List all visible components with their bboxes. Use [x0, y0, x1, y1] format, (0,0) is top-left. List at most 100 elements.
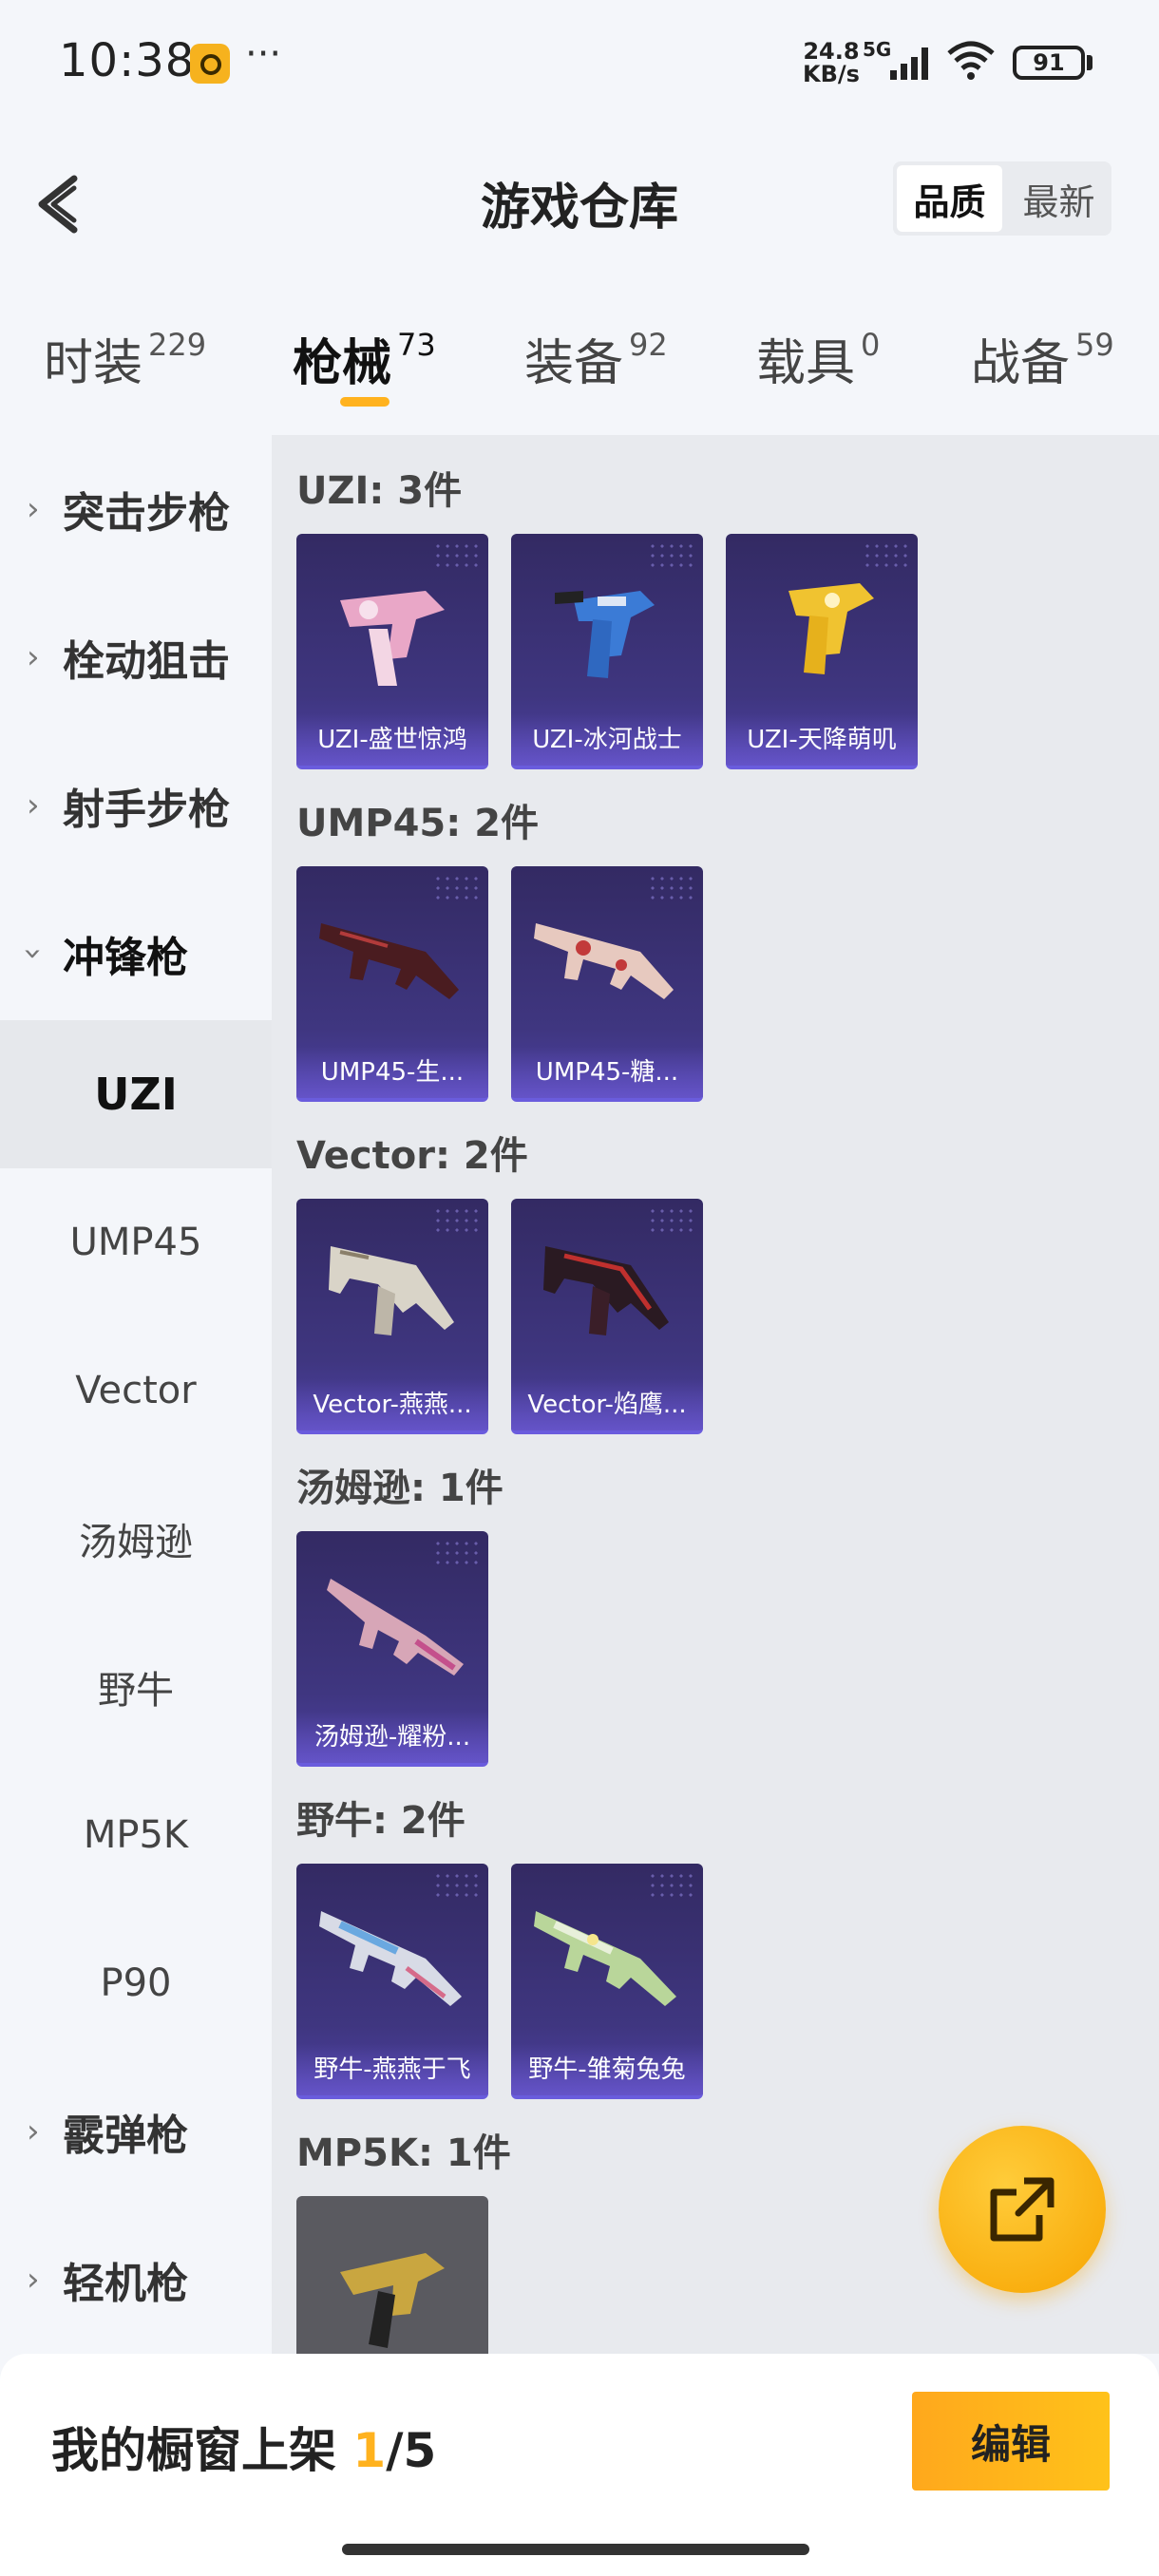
sidebar-subitem-mp5k[interactable]: MP5K [0, 1761, 272, 1909]
wifi-icon [947, 41, 995, 80]
sidebar-subitem-ump45[interactable]: UMP45 [0, 1168, 272, 1316]
tab-fashion[interactable]: 时装 229 [44, 323, 206, 394]
skin-card[interactable]: 野牛-燕燕于飞 [296, 1864, 488, 2099]
skin-name: UZI-盛世惊鸿 [296, 714, 488, 766]
tab-count: 229 [148, 327, 207, 363]
group-title-ump45: UMP45: 2件 [296, 802, 540, 845]
skin-card[interactable]: UZI-盛世惊鸿 [296, 534, 488, 769]
sidebar-item-label: 冲锋枪 [63, 934, 188, 982]
tab-count: 73 [397, 327, 436, 363]
tab-vehicles[interactable]: 载具 0 [756, 323, 880, 394]
app-notification-icon [190, 44, 230, 84]
tab-supplies[interactable]: 战备 59 [971, 323, 1114, 394]
chevron-right-icon: › [27, 2112, 40, 2150]
sidebar-item-lmg[interactable]: › 轻机枪 [0, 2206, 272, 2354]
status-time: 10:38 [59, 34, 196, 87]
sort-toggle: 品质 最新 [893, 161, 1112, 236]
tab-label: 枪械 [293, 335, 392, 392]
sidebar-item-label: 轻机枪 [63, 2260, 188, 2308]
group-title-thompson: 汤姆逊: 1件 [296, 1467, 504, 1510]
chevron-right-icon: › [27, 490, 40, 528]
sidebar-item-assault-rifle[interactable]: › 突击步枪 [0, 435, 272, 583]
battery-tip [1087, 55, 1092, 70]
tab-count: 59 [1075, 327, 1114, 363]
home-indicator[interactable] [342, 2544, 809, 2555]
sidebar-subitem-vector[interactable]: Vector [0, 1316, 272, 1465]
sidebar-subitem-uzi[interactable]: UZI [0, 1020, 272, 1168]
tab-label: 战备 [971, 335, 1071, 392]
back-button[interactable] [28, 171, 95, 237]
chevron-down-icon: › [13, 947, 52, 960]
edit-button[interactable]: 编辑 [912, 2392, 1110, 2491]
group-title-bizon: 野牛: 2件 [296, 1799, 466, 1843]
group-title-mp5k: MP5K: 1件 [296, 2131, 511, 2175]
sidebar-subitem-thompson[interactable]: 汤姆逊 [0, 1465, 272, 1613]
active-tab-indicator [340, 397, 390, 407]
network-speed: 24.8 KB/s [803, 40, 860, 85]
network-type: 5G [863, 38, 892, 61]
skin-card[interactable]: Vector-焰鹰... [511, 1199, 703, 1434]
sort-latest-button[interactable]: 最新 [1006, 161, 1112, 236]
more-notifications-icon: ··· [245, 32, 282, 76]
network-speed-unit: KB/s [803, 61, 860, 87]
sidebar-subitem-bizon[interactable]: 野牛 [0, 1613, 272, 1761]
sidebar-item-shotgun[interactable]: › 霰弹枪 [0, 2057, 272, 2206]
smg-image [329, 1246, 454, 1335]
showcase-total: /5 [386, 2423, 437, 2478]
skin-card[interactable]: UMP45-糖... [511, 866, 703, 1102]
sort-quality-button[interactable]: 品质 [897, 165, 1002, 232]
tab-firearms[interactable]: 枪械 73 [293, 323, 436, 394]
smg-image [543, 1246, 669, 1335]
group-title-uzi: UZI: 3件 [296, 469, 463, 513]
skin-card[interactable]: 汤姆逊-耀粉... [296, 1531, 488, 1767]
tab-equipment[interactable]: 装备 92 [524, 323, 668, 394]
smg-image [534, 1911, 676, 2006]
sidebar-item-label: 霰弹枪 [63, 2112, 188, 2160]
weapon-type-sidebar: › 突击步枪 › 栓动狙击 › 射手步枪 › 冲锋枪 UZI UMP45 Vec… [0, 435, 272, 2354]
showcase-status: 我的橱窗上架 1/5 [51, 2413, 436, 2481]
chevron-right-icon: › [27, 786, 40, 824]
network-speed-value: 24.8 [803, 38, 860, 65]
sidebar-item-label: 突击步枪 [63, 489, 230, 538]
tab-count: 92 [629, 327, 668, 363]
skin-name: UZI-冰河战士 [511, 714, 703, 766]
share-icon [990, 2177, 1054, 2242]
tab-label: 载具 [756, 335, 856, 392]
skin-name: UMP45-生... [296, 1047, 488, 1098]
tab-count: 0 [861, 327, 881, 363]
sidebar-subitem-p90[interactable]: P90 [0, 1909, 272, 2057]
smg-image [327, 1579, 464, 1676]
skin-name: Vector-燕燕... [296, 1379, 488, 1430]
category-tabs: 时装 229 枪械 73 装备 92 载具 0 战备 59 [0, 304, 1159, 408]
smg-image [319, 1911, 462, 2006]
sidebar-item-label: 栓动狙击 [63, 637, 230, 686]
skin-card[interactable]: UZI-冰河战士 [511, 534, 703, 769]
smg-image [340, 2253, 445, 2348]
skin-name: UMP45-糖... [511, 1047, 703, 1098]
skin-card[interactable]: UZI-天降萌叽 [726, 534, 918, 769]
skin-card[interactable] [296, 2196, 488, 2354]
smg-image [340, 591, 445, 686]
chevron-right-icon: › [27, 638, 40, 676]
share-button[interactable] [939, 2126, 1106, 2293]
status-bar: 10:38 ··· 24.8 KB/s 5G 91 [0, 0, 1159, 123]
sidebar-item-marksman-rifle[interactable]: › 射手步枪 [0, 731, 272, 880]
tab-label: 时装 [44, 335, 143, 392]
header: 游戏仓库 品质 最新 [0, 133, 1159, 266]
tab-label: 装备 [524, 335, 624, 392]
skin-name: 野牛-燕燕于飞 [296, 2044, 488, 2095]
skin-name: Vector-焰鹰... [511, 1379, 703, 1430]
group-title-vector: Vector: 2件 [296, 1134, 528, 1178]
skin-card[interactable]: 野牛-雏菊兔兔 [511, 1864, 703, 2099]
skin-card[interactable]: Vector-燕燕... [296, 1199, 488, 1434]
skin-card[interactable]: UMP45-生... [296, 866, 488, 1102]
skin-name: UZI-天降萌叽 [726, 714, 918, 766]
sidebar-item-smg[interactable]: › 冲锋枪 [0, 880, 272, 1028]
bottom-bar: 我的橱窗上架 1/5 编辑 [0, 2354, 1159, 2576]
smg-image [319, 923, 459, 999]
sidebar-item-label: 射手步枪 [63, 786, 230, 834]
chevron-right-icon: › [27, 2261, 40, 2299]
sidebar-item-bolt-sniper[interactable]: › 栓动狙击 [0, 583, 272, 731]
signal-icon [890, 47, 928, 80]
showcase-label: 我的橱窗上架 [51, 2423, 353, 2478]
